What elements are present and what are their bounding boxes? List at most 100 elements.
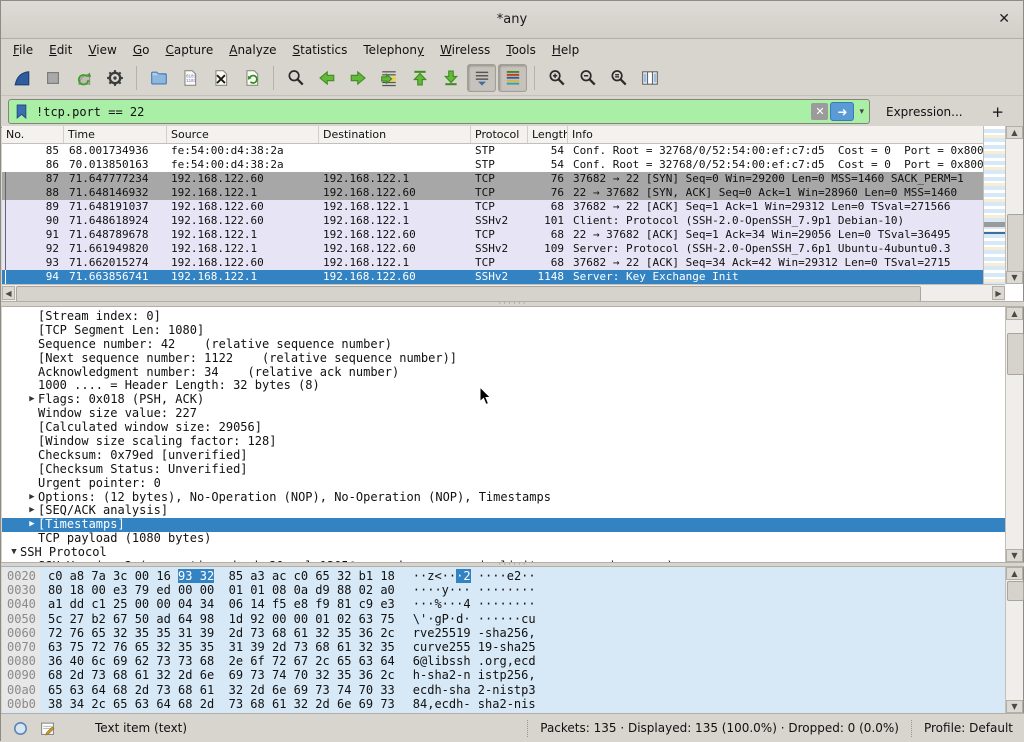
resize-columns-button[interactable] xyxy=(635,64,664,92)
filter-clear-icon[interactable]: ✕ xyxy=(811,103,828,120)
hex-bytes[interactable]: c0 a8 7a 3c 00 16 93 32 85 a3 ac c0 65 3… xyxy=(48,569,395,583)
scrollbar-thumb[interactable] xyxy=(1007,581,1024,601)
menu-edit[interactable]: Edit xyxy=(41,41,80,59)
packet-row-87[interactable]: 8771.647777234192.168.122.60192.168.122.… xyxy=(2,172,986,186)
colorize-button[interactable] xyxy=(498,64,527,92)
packet-row-85[interactable]: 8568.001734936fe:54:00:d4:38:2aSTP54Conf… xyxy=(2,144,986,158)
save-file-button[interactable]: 01011101 xyxy=(175,64,204,92)
go-back-button[interactable] xyxy=(312,64,341,92)
filter-apply-icon[interactable]: ➜ xyxy=(830,102,854,121)
hex-row-0040[interactable]: 0040a1 dd c1 25 00 00 04 34 06 14 f5 e8 … xyxy=(2,597,1007,611)
detail-line-0[interactable]: [Stream index: 0] xyxy=(2,310,1007,324)
bytes-vscrollbar[interactable]: ▲ ▼ xyxy=(1005,567,1023,713)
packet-row-88[interactable]: 8871.648146932192.168.122.1192.168.122.6… xyxy=(2,186,986,200)
detail-line-11[interactable]: [Checksum Status: Unverified] xyxy=(2,463,1007,477)
hex-ascii[interactable]: h-sha2-n istp256, xyxy=(413,668,536,682)
packet-row-90[interactable]: 9071.648618924192.168.122.60192.168.122.… xyxy=(2,214,986,228)
display-filter-field[interactable]: !tcp.port == 22 ✕ ➜ ▾ xyxy=(8,99,870,124)
packet-row-94[interactable]: 9471.663856741192.168.122.1192.168.122.6… xyxy=(2,270,986,284)
autoscroll-button[interactable] xyxy=(467,64,496,92)
detail-line-12[interactable]: Urgent pointer: 0 xyxy=(2,477,1007,491)
scroll-up-icon[interactable]: ▲ xyxy=(1006,126,1023,139)
detail-line-3[interactable]: [Next sequence number: 1122 (relative se… xyxy=(2,352,1007,366)
menu-go[interactable]: Go xyxy=(125,41,158,59)
scroll-down-icon[interactable]: ▼ xyxy=(1006,549,1023,562)
hex-row-0020[interactable]: 0020c0 a8 7a 3c 00 16 93 32 85 a3 ac c0 … xyxy=(2,569,1007,583)
hex-row-0050[interactable]: 00505c 27 b2 67 50 ad 64 98 1d 92 00 00 … xyxy=(2,612,1007,626)
hex-row-0070[interactable]: 007063 75 72 76 65 32 35 35 31 39 2d 73 … xyxy=(2,640,1007,654)
scroll-up-icon[interactable]: ▲ xyxy=(1006,567,1023,580)
hex-bytes[interactable]: 65 63 64 68 2d 73 68 61 32 2d 6e 69 73 7… xyxy=(48,683,395,697)
hex-row-0030[interactable]: 003080 18 00 e3 79 ed 00 00 01 01 08 0a … xyxy=(2,583,1007,597)
column-header-source[interactable]: Source xyxy=(167,126,319,143)
column-header-length[interactable]: Length xyxy=(528,126,568,143)
menu-view[interactable]: View xyxy=(80,41,124,59)
detail-line-2[interactable]: Sequence number: 42 (relative sequence n… xyxy=(2,338,1007,352)
detail-line-17[interactable]: ▼SSH Protocol xyxy=(2,546,1007,560)
go-to-packet-button[interactable] xyxy=(374,64,403,92)
expand-icon[interactable]: ▶ xyxy=(26,393,38,407)
hex-row-0090[interactable]: 009068 2d 73 68 61 32 2d 6e 69 73 74 70 … xyxy=(2,668,1007,682)
zoom-out-button[interactable] xyxy=(573,64,602,92)
details-vscrollbar[interactable]: ▲ ▼ xyxy=(1005,307,1023,562)
hex-bytes[interactable]: 36 40 6c 69 62 73 73 68 2e 6f 72 67 2c 6… xyxy=(48,654,395,668)
menu-telephony[interactable]: Telephony xyxy=(355,41,432,59)
detail-line-13[interactable]: ▶Options: (12 bytes), No-Operation (NOP)… xyxy=(2,491,1007,505)
close-icon[interactable]: ✕ xyxy=(998,10,1010,28)
detail-line-10[interactable]: Checksum: 0x79ed [unverified] xyxy=(2,449,1007,463)
expand-icon[interactable]: ▶ xyxy=(26,491,38,505)
title-bar[interactable]: *any ✕ xyxy=(1,1,1023,39)
expression-button[interactable]: Expression... xyxy=(886,105,963,119)
hex-ascii[interactable]: rve25519 -sha256, xyxy=(413,626,536,640)
menu-analyze[interactable]: Analyze xyxy=(221,41,284,59)
detail-line-1[interactable]: [TCP Segment Len: 1080] xyxy=(2,324,1007,338)
hex-bytes[interactable]: 5c 27 b2 67 50 ad 64 98 1d 92 00 00 01 0… xyxy=(48,612,395,626)
hex-bytes[interactable]: 38 34 2c 65 63 64 68 2d 73 68 61 32 2d 6… xyxy=(48,697,395,711)
menu-help[interactable]: Help xyxy=(544,41,587,59)
detail-line-14[interactable]: ▶[SEQ/ACK analysis] xyxy=(2,504,1007,518)
hex-ascii[interactable]: ···%···4 ········ xyxy=(413,597,536,611)
go-forward-button[interactable] xyxy=(343,64,372,92)
column-header-destination[interactable]: Destination xyxy=(319,126,471,143)
find-packet-button[interactable] xyxy=(281,64,310,92)
hex-ascii[interactable]: \'·gP·d· ······cu xyxy=(413,612,536,626)
expert-info-icon[interactable] xyxy=(13,721,28,736)
hex-bytes[interactable]: a1 dd c1 25 00 00 04 34 06 14 f5 e8 f9 8… xyxy=(48,597,395,611)
detail-line-9[interactable]: [Window size scaling factor: 128] xyxy=(2,435,1007,449)
hex-row-0080[interactable]: 008036 40 6c 69 62 73 73 68 2e 6f 72 67 … xyxy=(2,654,1007,668)
column-header-no[interactable]: No. xyxy=(2,126,64,143)
hex-ascii[interactable]: curve255 19-sha25 xyxy=(413,640,536,654)
restart-capture-button[interactable] xyxy=(69,64,98,92)
hex-row-00b0[interactable]: 00b038 34 2c 65 63 64 68 2d 73 68 61 32 … xyxy=(2,697,1007,711)
packet-row-91[interactable]: 9171.648789678192.168.122.1192.168.122.6… xyxy=(2,228,986,242)
menu-wireless[interactable]: Wireless xyxy=(432,41,498,59)
detail-line-8[interactable]: [Calculated window size: 29056] xyxy=(2,421,1007,435)
scroll-down-icon[interactable]: ▼ xyxy=(1006,700,1023,713)
add-filter-button[interactable]: + xyxy=(985,103,1010,121)
collapse-icon[interactable]: ▼ xyxy=(8,546,20,560)
scroll-up-icon[interactable]: ▲ xyxy=(1006,307,1023,320)
stop-capture-button[interactable] xyxy=(38,64,67,92)
start-capture-button[interactable] xyxy=(7,64,36,92)
detail-line-6[interactable]: ▶Flags: 0x018 (PSH, ACK) xyxy=(2,393,1007,407)
hex-bytes[interactable]: 80 18 00 e3 79 ed 00 00 01 01 08 0a d9 8… xyxy=(48,583,395,597)
hex-row-00a0[interactable]: 00a065 63 64 68 2d 73 68 61 32 2d 6e 69 … xyxy=(2,683,1007,697)
menu-file[interactable]: File xyxy=(5,41,41,59)
scroll-left-icon[interactable]: ◀ xyxy=(2,286,15,300)
filter-input[interactable]: !tcp.port == 22 xyxy=(33,105,811,119)
packet-row-86[interactable]: 8670.013850163fe:54:00:d4:38:2aSTP54Conf… xyxy=(2,158,986,172)
expand-icon[interactable]: ▶ xyxy=(26,504,38,518)
packet-row-92[interactable]: 9271.661949820192.168.122.1192.168.122.6… xyxy=(2,242,986,256)
menu-tools[interactable]: Tools xyxy=(498,41,544,59)
menu-statistics[interactable]: Statistics xyxy=(285,41,356,59)
detail-line-4[interactable]: Acknowledgment number: 34 (relative ack … xyxy=(2,366,1007,380)
scroll-down-icon[interactable]: ▼ xyxy=(1006,271,1023,284)
scroll-right-icon[interactable]: ▶ xyxy=(992,286,1005,300)
hex-bytes[interactable]: 72 76 65 32 35 35 31 39 2d 73 68 61 32 3… xyxy=(48,626,395,640)
packet-list-vscrollbar[interactable]: ▲ ▼ xyxy=(1005,126,1023,284)
expand-icon[interactable]: ▶ xyxy=(26,518,38,532)
detail-line-16[interactable]: TCP payload (1080 bytes) xyxy=(2,532,1007,546)
hex-ascii[interactable]: ··z<···2 ····e2·· xyxy=(413,569,536,583)
packet-row-89[interactable]: 8971.648191037192.168.122.60192.168.122.… xyxy=(2,200,986,214)
scrollbar-thumb[interactable] xyxy=(1007,333,1024,375)
